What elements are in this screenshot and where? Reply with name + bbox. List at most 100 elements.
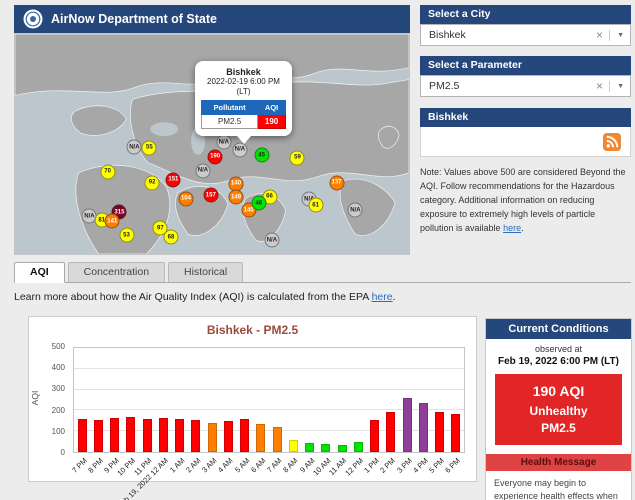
aqi-marker[interactable]: 140 [229,176,244,191]
tab-historical[interactable]: Historical [168,262,243,282]
app-header: AirNow Department of State [14,5,410,33]
aqi-value: 190 AQI [499,383,618,399]
learn-more-text: Learn more about how the Air Quality Ind… [14,291,396,303]
observed-at-value: Feb 19, 2022 6:00 PM (LT) [486,356,631,367]
chart-bar[interactable] [370,420,379,452]
gridline [74,389,464,390]
parameter-chevron-down-icon[interactable]: ▼ [609,81,624,92]
aqi-marker[interactable]: 92 [145,175,160,190]
chart-title: Bishkek - PM2.5 [29,323,476,337]
clear-city-icon[interactable]: × [590,28,609,42]
aqi-marker[interactable]: 46 [251,196,266,211]
chart-bar[interactable] [208,423,217,452]
y-axis-tick: 200 [52,406,65,415]
aqi-marker[interactable]: 70 [100,164,115,179]
popup-datetime: 2022-02-19 6:00 PM (LT) [201,77,286,97]
chart-bar[interactable] [110,418,119,452]
popup-lt: (LT) [236,87,250,96]
aqi-marker[interactable]: 149 [229,190,244,205]
learn-more-here-link[interactable]: here [372,291,393,303]
select-parameter-header: Select a Parameter [420,56,631,75]
tab-concentration[interactable]: Concentration [68,262,165,282]
rss-feed-icon[interactable] [603,133,621,151]
y-axis-tick: 400 [52,363,65,372]
aqi-marker[interactable]: 55 [142,140,157,155]
select-city-header: Select a City [420,5,631,24]
aqi-bar-chart: Bishkek - PM2.5 AQI 0100200300400500 7 P… [28,316,477,482]
chart-bar[interactable] [94,420,103,452]
popup-city: Bishkek [201,67,286,77]
aqi-marker[interactable]: N/A [264,233,279,248]
aqi-marker[interactable]: N/A [195,163,210,178]
chart-bar[interactable] [451,414,460,452]
note-here-link[interactable]: here [503,223,521,233]
chart-bar[interactable] [240,419,249,452]
clear-parameter-icon[interactable]: × [590,79,609,93]
y-axis-ticks: 0100200300400500 [29,347,69,453]
chart-bar[interactable] [143,419,152,452]
chart-bar[interactable] [191,420,200,452]
aqi-marker[interactable]: 104 [178,191,193,206]
chart-bar[interactable] [224,421,233,452]
popup-table: Pollutant AQI PM2.5 190 [201,100,286,129]
learn-more-prefix: Learn more about how the Air Quality Ind… [14,291,372,303]
view-tabs: AQI Concentration Historical [14,262,631,283]
aqi-map[interactable]: N/A5570190N/A4559N/A15192140104157149145… [14,33,410,255]
page: AirNow Department of State N/A5570190N/A… [0,0,635,500]
chart-bar[interactable] [435,412,444,452]
y-axis-tick: 300 [52,384,65,393]
chart-bar[interactable] [78,419,87,452]
chart-bar[interactable] [403,398,412,452]
chart-bar[interactable] [419,403,428,452]
aqi-marker[interactable]: 45 [254,148,269,163]
aqi-marker[interactable]: 137 [329,175,344,190]
chart-bar[interactable] [273,427,282,452]
city-select[interactable]: Bishkek × ▼ [420,24,631,46]
y-axis-tick: 0 [61,448,65,457]
gridline [74,368,464,369]
aqi-marker[interactable]: 59 [290,150,305,165]
aqi-marker[interactable]: 61 [308,198,323,213]
aqi-marker[interactable]: N/A [82,209,97,224]
aqi-marker[interactable]: 141 [105,214,120,229]
chart-bar[interactable] [386,412,395,452]
parameter-select[interactable]: PM2.5 × ▼ [420,75,631,97]
y-axis-tick: 100 [52,427,65,436]
popup-pollutant-value: PM2.5 [202,115,258,129]
aqi-marker[interactable]: 53 [119,228,134,243]
aqi-marker[interactable]: N/A [216,135,231,150]
popup-aqi-value: 190 [258,115,286,129]
aqi-marker[interactable]: 68 [164,230,179,245]
observed-at-label: observed at [486,344,631,354]
chart-bar[interactable] [175,419,184,452]
tab-aqi[interactable]: AQI [14,262,65,283]
popup-datetime-value: 2022-02-19 6:00 PM [207,77,280,86]
aqi-marker[interactable]: N/A [127,140,142,155]
aqi-marker[interactable]: 151 [166,172,181,187]
chart-bar[interactable] [159,418,168,452]
aqi-marker[interactable]: 157 [203,188,218,203]
app-title: AirNow Department of State [51,12,217,26]
chart-bar[interactable] [305,443,314,452]
city-select-value: Bishkek [429,29,590,41]
chart-bar[interactable] [126,417,135,452]
aqi-marker[interactable]: N/A [348,203,363,218]
chart-bar[interactable] [338,445,347,452]
chart-bar[interactable] [289,440,298,452]
aqi-marker[interactable]: 190 [208,149,223,164]
health-message-text: Everyone may begin to experience health … [486,471,631,500]
aqi-marker[interactable]: N/A [232,142,247,157]
current-conditions-panel: Current Conditions observed at Feb 19, 2… [485,318,632,500]
city-chevron-down-icon[interactable]: ▼ [609,30,624,41]
chart-bar[interactable] [354,442,363,452]
aqi-category: Unhealthy [499,404,618,418]
health-message-header: Health Message [486,454,631,471]
station-panel [420,127,631,157]
popup-aqi-header: AQI [258,101,286,115]
note-suffix: . [521,223,524,233]
chart-bar[interactable] [256,424,265,452]
chart-bar[interactable] [321,444,330,452]
state-department-seal-icon [23,9,43,29]
learn-more-suffix: . [393,291,396,303]
map-popup: Bishkek 2022-02-19 6:00 PM (LT) Pollutan… [195,61,292,136]
